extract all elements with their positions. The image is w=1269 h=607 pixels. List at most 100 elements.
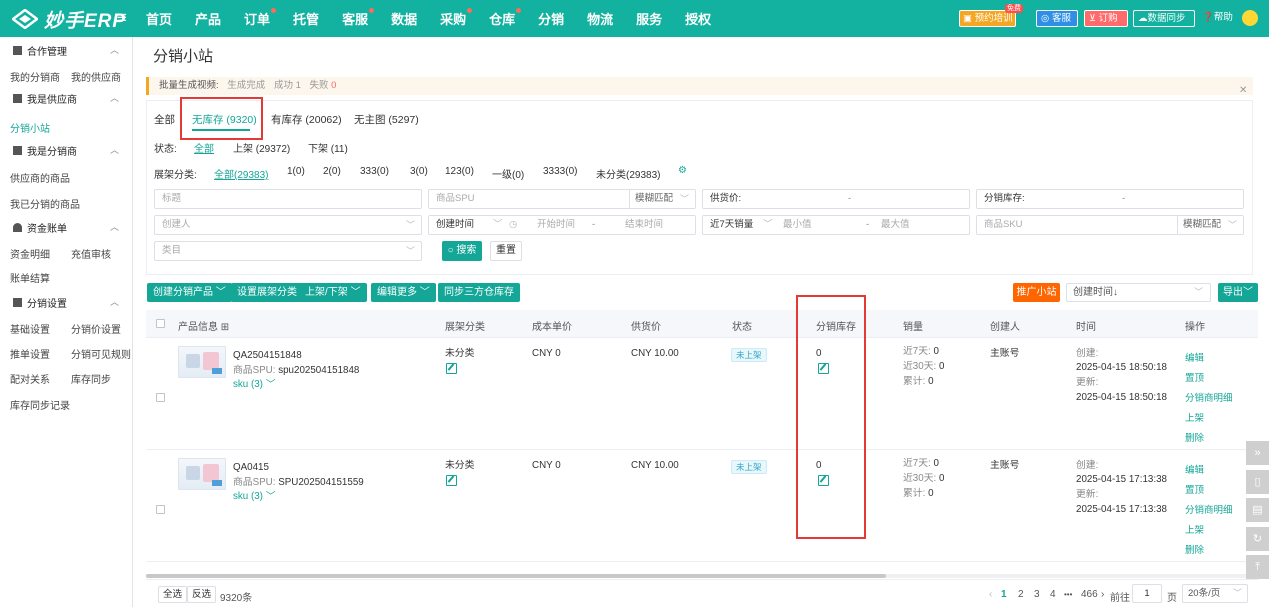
- op-edit[interactable]: 编辑: [1185, 462, 1204, 476]
- sidebar-item-push-settings[interactable]: 推单设置: [10, 346, 50, 361]
- mobile-icon[interactable]: ▯: [1246, 470, 1269, 494]
- close-icon[interactable]: ✕: [1239, 85, 1247, 96]
- category-option-uncategorized[interactable]: 未分类(29383): [596, 166, 660, 181]
- search-button[interactable]: ○ 搜索: [442, 241, 482, 261]
- page-1[interactable]: 1: [1001, 589, 1007, 600]
- export-button[interactable]: 导出﹀: [1218, 283, 1258, 302]
- page-ellipsis[interactable]: •••: [1064, 590, 1072, 599]
- op-pin[interactable]: 置顶: [1185, 370, 1204, 384]
- page-last[interactable]: 466: [1081, 589, 1098, 600]
- category-option-333[interactable]: 333(0): [360, 166, 389, 177]
- stock-range[interactable]: 分销库存: -: [976, 189, 1244, 209]
- sku-toggle[interactable]: sku (3) ﹀: [233, 489, 275, 504]
- category-option-1[interactable]: 1(0): [287, 166, 305, 177]
- category-option-3[interactable]: 3(0): [410, 166, 428, 177]
- nav-item-logistics[interactable]: 物流: [587, 9, 613, 28]
- edit-more-button[interactable]: 编辑更多 ﹀: [371, 283, 436, 302]
- page-size-select[interactable]: 20条/页 ﹀: [1182, 584, 1248, 603]
- nav-item-data[interactable]: 数据: [391, 9, 417, 28]
- sidebar-item-my-distributors[interactable]: 我的分销商: [10, 69, 60, 84]
- collapse-icon[interactable]: »: [1246, 441, 1269, 465]
- status-option-all[interactable]: 全部: [194, 140, 214, 155]
- title-input[interactable]: 标题: [154, 189, 422, 209]
- sku-toggle[interactable]: sku (3) ﹀: [233, 377, 275, 392]
- nav-item-purchase[interactable]: 采购: [440, 8, 473, 28]
- op-distributor-details[interactable]: 分销商明细: [1185, 502, 1233, 516]
- op-list[interactable]: 上架: [1185, 522, 1204, 536]
- sidebar-group-settings[interactable]: 分销设置 ︿: [0, 291, 132, 313]
- sidebar-item-distribution-station[interactable]: 分销小站: [10, 120, 50, 135]
- sidebar-item-fund-details[interactable]: 资金明细: [10, 246, 50, 261]
- nav-item-home[interactable]: 首页: [146, 9, 172, 28]
- customer-service-button[interactable]: ◎ 客服: [1036, 10, 1078, 27]
- nav-item-services[interactable]: 服务: [636, 9, 662, 28]
- op-delete[interactable]: 删除: [1185, 542, 1204, 556]
- nav-item-distribution[interactable]: 分销: [538, 9, 564, 28]
- sidebar-item-bill-settlement[interactable]: 账单结算: [10, 270, 50, 285]
- nav-item-hosting[interactable]: 托管: [293, 9, 319, 28]
- help-button[interactable]: ❓帮助: [1202, 10, 1236, 27]
- nav-item-authorization[interactable]: 授权: [685, 9, 711, 28]
- scrollbar-thumb[interactable]: [146, 574, 886, 578]
- sku-input[interactable]: 商品SKU 模糊匹配 ﹀: [976, 215, 1244, 235]
- next-page-icon[interactable]: ›: [1101, 589, 1104, 600]
- sidebar-item-stock-sync[interactable]: 库存同步: [71, 371, 111, 386]
- sidebar-item-supplier-products[interactable]: 供应商的商品: [10, 170, 70, 185]
- op-delete[interactable]: 删除: [1185, 430, 1204, 444]
- app-logo[interactable]: 妙手ERP: [10, 7, 126, 32]
- row-checkbox[interactable]: [156, 505, 165, 514]
- row-checkbox[interactable]: [156, 393, 165, 402]
- sidebar-item-basic-settings[interactable]: 基础设置: [10, 321, 50, 336]
- supply-price-range[interactable]: 供货价: -: [702, 189, 970, 209]
- shelf-toggle-button[interactable]: 上架/下架 ﹀: [299, 283, 367, 302]
- sales-range[interactable]: 近7天销量 ﹀ 最小值 - 最大值: [702, 215, 970, 235]
- sidebar-group-distributor[interactable]: 我是分销商 ︿: [0, 139, 132, 161]
- invert-selection-button[interactable]: 反选: [187, 586, 217, 603]
- gear-icon[interactable]: ⚙: [678, 165, 687, 176]
- tab-all[interactable]: 全部: [154, 112, 175, 127]
- training-button[interactable]: ▣ 预约培训 免费: [959, 4, 1023, 27]
- sidebar-item-my-suppliers[interactable]: 我的供应商: [71, 69, 121, 84]
- sidebar-item-recharge-review[interactable]: 充值审核: [71, 246, 111, 261]
- page-4[interactable]: 4: [1050, 589, 1056, 600]
- sidebar-item-price-settings[interactable]: 分销价设置: [71, 321, 121, 336]
- note-icon[interactable]: ▤: [1246, 498, 1269, 522]
- select-all-button[interactable]: 全选: [158, 586, 188, 603]
- status-option-delisted[interactable]: 下架 (11): [308, 140, 348, 155]
- spu-input[interactable]: 商品SPU 模糊匹配 ﹀: [428, 189, 696, 209]
- nav-item-customer-service[interactable]: 客服: [342, 8, 375, 28]
- user-avatar[interactable]: [1242, 10, 1258, 26]
- sync-stock-button[interactable]: 同步三方仓库存: [438, 283, 520, 302]
- time-range-picker[interactable]: 创建时间 ﹀ ◷ 开始时间 - 结束时间: [428, 215, 696, 235]
- menu-icon[interactable]: ≡: [117, 9, 127, 26]
- select-all-checkbox[interactable]: [156, 319, 165, 328]
- sidebar-item-visibility-rules[interactable]: 分销可见规则: [71, 346, 131, 361]
- op-edit[interactable]: 编辑: [1185, 350, 1204, 364]
- sort-select[interactable]: 创建时间↓ ﹀: [1066, 283, 1211, 302]
- sidebar-group-supplier[interactable]: 我是供应商 ︿: [0, 87, 132, 109]
- set-category-button[interactable]: 设置展架分类: [231, 283, 303, 302]
- creator-select[interactable]: 创建人 ﹀: [154, 215, 422, 235]
- category-option-all[interactable]: 全部(29383): [214, 166, 268, 181]
- horizontal-scrollbar[interactable]: [146, 574, 1258, 578]
- category-option-level1[interactable]: 一级(0): [492, 166, 524, 181]
- category-option-123[interactable]: 123(0): [445, 166, 474, 177]
- edit-icon[interactable]: [446, 363, 457, 374]
- sidebar-group-funds[interactable]: 资金账单 ︿: [0, 216, 132, 238]
- nav-item-orders[interactable]: 订单: [244, 8, 277, 28]
- product-thumbnail[interactable]: [178, 346, 226, 378]
- sidebar-group-cooperation[interactable]: 合作管理 ︿: [0, 39, 132, 61]
- tab-in-stock[interactable]: 有库存 (20062): [271, 112, 342, 127]
- prev-page-icon[interactable]: ‹: [989, 589, 992, 600]
- op-pin[interactable]: 置顶: [1185, 482, 1204, 496]
- sidebar-item-distributed-products[interactable]: 我已分销的商品: [10, 196, 80, 211]
- nav-item-warehouse[interactable]: 仓库: [489, 8, 522, 28]
- op-distributor-details[interactable]: 分销商明细: [1185, 390, 1233, 404]
- reset-button[interactable]: 重置: [490, 241, 522, 261]
- promote-station-button[interactable]: 推广小站: [1013, 283, 1060, 302]
- tab-no-main-image[interactable]: 无主图 (5297): [354, 112, 419, 127]
- sidebar-item-stock-sync-log[interactable]: 库存同步记录: [10, 397, 70, 412]
- page-2[interactable]: 2: [1018, 589, 1024, 600]
- op-list[interactable]: 上架: [1185, 410, 1204, 424]
- create-product-button[interactable]: 创建分销产品 ﹀: [147, 283, 232, 302]
